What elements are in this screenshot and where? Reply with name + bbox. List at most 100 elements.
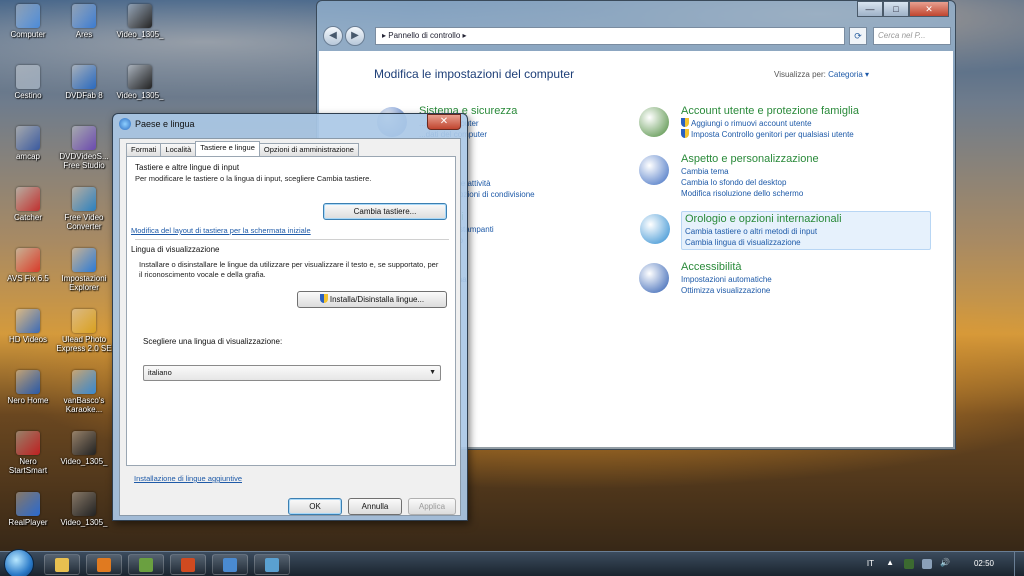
volume-icon[interactable]: 🔊	[940, 558, 950, 567]
app-icon	[16, 4, 40, 28]
desktop-icon[interactable]: AVS Fix 6.5	[0, 248, 56, 283]
desktop-icon[interactable]: vanBasco's Karaoke...	[56, 370, 112, 414]
change-keyboards-button[interactable]: Cambia tastiere...	[323, 203, 447, 220]
category-title[interactable]: Orologio e opzioni internazionali	[685, 213, 927, 226]
page-title: Modifica le impostazioni del computer	[374, 67, 575, 81]
forward-icon[interactable]: ▶	[345, 26, 365, 46]
app-1-icon	[139, 558, 153, 572]
ok-button[interactable]: OK	[288, 498, 342, 515]
tab-tastiere-lingue[interactable]: Tastiere e lingue	[195, 141, 260, 156]
refresh-icon[interactable]: ⟳	[849, 27, 867, 45]
tab-opzioni-amministrazione[interactable]: Opzioni di amministrazione	[258, 143, 359, 156]
search-input[interactable]: Cerca nel P...	[873, 27, 951, 45]
tab-formati[interactable]: Formati	[126, 143, 162, 156]
desktop-icon[interactable]: Video_1305_	[56, 492, 112, 527]
category-link[interactable]: Cambia lo sfondo del desktop	[681, 177, 931, 188]
display-group-title: Lingua di visualizzazione	[131, 245, 220, 254]
category-link-label: Imposta Controllo genitori per qualsiasi…	[691, 130, 854, 139]
tray-arrow-icon[interactable]: ▲	[886, 558, 894, 567]
category-link[interactable]: Cambia tema	[681, 166, 931, 177]
desktop-icon[interactable]: Ares	[56, 4, 112, 39]
desktop-icon[interactable]: Video_1305_	[112, 65, 168, 100]
category-link-label: Cambia lingua di visualizzazione	[685, 238, 801, 247]
back-icon[interactable]: ◀	[323, 26, 343, 46]
desktop-icon[interactable]: Cestino	[0, 65, 56, 100]
desktop-icon[interactable]: RealPlayer	[0, 492, 56, 527]
app-icon	[16, 492, 40, 516]
category-link[interactable]: Cambia lingua di visualizzazione	[685, 237, 927, 248]
desktop-icon[interactable]: Computer	[0, 4, 56, 39]
taskbar-button-media-player[interactable]	[86, 554, 122, 575]
uac-shield-icon	[681, 129, 689, 138]
dialog-close-button[interactable]: ✕	[427, 114, 461, 130]
category-link[interactable]: Impostazioni automatiche	[681, 274, 931, 285]
category-link-label: Cambia tastiere o altri metodi di input	[685, 227, 818, 236]
explorer-icon	[55, 558, 69, 572]
taskbar-button-explorer[interactable]	[44, 554, 80, 575]
cancel-button[interactable]: Annulla	[348, 498, 402, 515]
show-desktop-button[interactable]	[1014, 552, 1022, 576]
dialog-title: Paese e lingua	[135, 119, 195, 129]
maximize-button[interactable]: □	[883, 1, 909, 17]
app-icon	[72, 126, 96, 150]
desktop-icon-label: RealPlayer	[8, 518, 48, 527]
taskbar-button-control-panel[interactable]	[212, 554, 248, 575]
app-icon	[72, 309, 96, 333]
network-icon[interactable]	[922, 559, 932, 569]
taskbar-button-firefox[interactable]	[170, 554, 206, 575]
start-button[interactable]	[4, 549, 34, 576]
desktop-icon[interactable]: DVDVideoS... Free Studio	[56, 126, 112, 170]
desktop-icon[interactable]: Video_1305_	[56, 431, 112, 466]
category-icon	[639, 107, 669, 137]
view-by: Visualizza per: Categoria ▾	[774, 70, 869, 79]
desktop-icon[interactable]: Nero StartSmart	[0, 431, 56, 475]
category-block: Aspetto e personalizzazione Cambia tema Ca…	[639, 153, 931, 199]
category-title[interactable]: Accessibilità	[681, 261, 931, 274]
desktop-icon[interactable]: Impostazioni Explorer	[56, 248, 112, 292]
view-by-dropdown[interactable]: Categoria ▾	[828, 70, 869, 79]
category-link[interactable]: Aggiungi o rimuovi account utente	[681, 118, 931, 129]
tab-panel: Tastiere e altre lingue di input Per mod…	[126, 156, 456, 466]
category-block: Orologio e opzioni internazionali Cambia …	[640, 211, 931, 250]
category-link[interactable]: Ottimizza visualizzazione	[681, 285, 931, 296]
app-icon	[72, 431, 96, 455]
desktop-icon[interactable]: Nero Home	[0, 370, 56, 405]
taskbar-button-region-dialog[interactable]	[254, 554, 290, 575]
desktop-icon[interactable]: Ulead Photo Express 2.0 SE	[56, 309, 112, 353]
clock[interactable]: 02:50	[974, 559, 994, 568]
minimize-button[interactable]: —	[857, 1, 883, 17]
taskbar-button-app-1[interactable]	[128, 554, 164, 575]
desktop-icon-label: vanBasco's Karaoke...	[63, 396, 105, 414]
category-link[interactable]: Imposta Controllo genitori per qualsiasi…	[681, 129, 931, 140]
taskbar: IT ▲ 🔊 02:50	[0, 549, 1024, 576]
category-link[interactable]: Cambia tastiere o altri metodi di input	[685, 226, 927, 237]
tab-localita[interactable]: Località	[160, 143, 197, 156]
cp-titlebar[interactable]: — □ ✕	[317, 1, 955, 23]
app-icon	[16, 65, 40, 89]
category-title[interactable]: Aspetto e personalizzazione	[681, 153, 931, 166]
app-icon	[16, 126, 40, 150]
address-field[interactable]: ▸ Pannello di controllo ▸	[375, 27, 845, 45]
apply-button[interactable]: Applica	[408, 498, 456, 515]
category-title[interactable]: Account utente e protezione famiglia	[681, 105, 931, 118]
desktop-icon[interactable]: amcap	[0, 126, 56, 161]
desktop-icon[interactable]: Video_1305_	[112, 4, 168, 39]
desktop-icon[interactable]: HD Videos	[0, 309, 56, 344]
desktop-icon-label: Nero Home	[7, 396, 49, 405]
close-button[interactable]: ✕	[909, 1, 949, 17]
additional-languages-link[interactable]: Installazione di lingue aggiuntive	[134, 474, 242, 483]
desktop-icon[interactable]: Free Video Converter	[56, 187, 112, 231]
media-player-icon	[97, 558, 111, 572]
display-language-select[interactable]: italiano ▼	[143, 365, 441, 381]
category-link[interactable]: Modifica risoluzione dello schermo	[681, 188, 931, 199]
app-icon	[16, 187, 40, 211]
category-icon	[639, 263, 669, 293]
desktop-icon[interactable]: DVDFab 8	[56, 65, 112, 100]
keyboard-layout-link[interactable]: Modifica del layout di tastiera per la s…	[131, 226, 311, 235]
language-indicator[interactable]: IT	[867, 559, 874, 568]
keyboard-group-title: Tastiere e altre lingue di input	[135, 163, 240, 172]
install-languages-button[interactable]: Installa/Disinstalla lingue...	[297, 291, 447, 308]
flag-icon[interactable]	[904, 559, 914, 569]
desktop-icon[interactable]: Catcher	[0, 187, 56, 222]
category-link-label: Aggiungi o rimuovi account utente	[691, 119, 812, 128]
